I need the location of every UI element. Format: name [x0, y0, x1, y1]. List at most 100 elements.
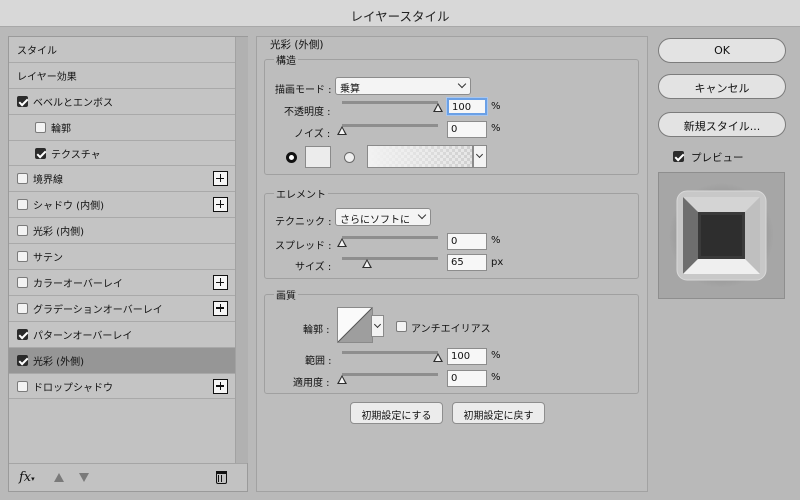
jitter-label: 適用度 :: [293, 378, 330, 389]
style-enable-checkbox[interactable]: [17, 95, 28, 107]
jitter-input[interactable]: 0: [447, 370, 487, 387]
style-list-item[interactable]: レイヤー効果: [9, 62, 235, 89]
add-effect-icon[interactable]: [213, 275, 228, 291]
chevron-down-icon: [417, 210, 427, 220]
make-default-button[interactable]: 初期設定にする: [350, 402, 443, 424]
style-list-item-label: サテン: [33, 253, 63, 265]
chevron-down-icon: [475, 150, 484, 159]
style-enable-checkbox[interactable]: [17, 380, 28, 392]
opacity-input[interactable]: 100: [447, 98, 487, 115]
opacity-slider-thumb[interactable]: [433, 103, 443, 112]
noise-label: ノイズ :: [294, 129, 331, 140]
style-list-item-label: パターンオーバーレイ: [33, 330, 133, 342]
gradient-picker-button[interactable]: [473, 145, 487, 168]
style-list-item-label: カラーオーバーレイ: [33, 278, 123, 290]
add-effect-icon[interactable]: [213, 171, 228, 187]
bevel-preview-image: [669, 183, 774, 288]
range-slider-thumb[interactable]: [433, 353, 443, 362]
size-input[interactable]: 65: [447, 254, 487, 271]
spread-unit: %: [491, 235, 501, 246]
title-bar: レイヤースタイル: [0, 0, 800, 27]
technique-value: さらにソフトに: [340, 215, 410, 226]
blend-mode-label: 描画モード :: [275, 85, 332, 96]
effect-settings-panel: 光彩 (外側) 構造 描画モード : 乗算 不透明度 : 100 % ノイズ :…: [256, 36, 648, 492]
style-enable-checkbox[interactable]: [17, 199, 28, 211]
style-list-item[interactable]: サテン: [9, 244, 235, 271]
blend-mode-select[interactable]: 乗算: [335, 77, 471, 95]
style-list-item[interactable]: グラデーションオーバーレイ: [9, 295, 235, 322]
style-enable-checkbox[interactable]: [35, 121, 46, 133]
reset-default-button[interactable]: 初期設定に戻す: [452, 402, 545, 424]
style-list-item[interactable]: 境界線: [9, 166, 235, 193]
range-input[interactable]: 100: [447, 348, 487, 365]
style-list-item[interactable]: ドロップシャドウ: [9, 373, 235, 400]
solid-color-radio[interactable]: [286, 152, 297, 163]
spread-input[interactable]: 0: [447, 233, 487, 250]
opacity-slider[interactable]: [342, 98, 443, 114]
style-preview-thumbnail: [658, 172, 785, 299]
style-list-item-label: 光彩 (外側): [33, 356, 84, 368]
jitter-unit: %: [491, 372, 501, 383]
style-list-items: スタイル レイヤー効果 ベベルとエンボス 輪郭テクスチャ境界線 シャドウ (内側) 光彩 …: [9, 37, 235, 400]
new-style-button[interactable]: 新規スタイル...: [658, 112, 786, 137]
style-enable-checkbox[interactable]: [17, 173, 28, 185]
style-list-item[interactable]: 光彩 (内側): [9, 218, 235, 245]
style-list-item-label: グラデーションオーバーレイ: [33, 304, 163, 316]
ok-button[interactable]: OK: [658, 38, 786, 63]
style-list-item[interactable]: カラーオーバーレイ: [9, 270, 235, 296]
range-slider[interactable]: [342, 348, 443, 364]
jitter-slider[interactable]: [337, 370, 438, 386]
window-title: レイヤースタイル: [350, 9, 450, 24]
contour-dropdown-button[interactable]: [371, 315, 384, 337]
gradient-radio[interactable]: [344, 152, 355, 163]
anti-alias-checkbox[interactable]: [396, 321, 407, 332]
structure-title: 構造: [274, 52, 298, 67]
quality-title: 画質: [274, 287, 298, 302]
noise-slider-thumb[interactable]: [337, 126, 347, 135]
chevron-down-icon: [373, 320, 382, 329]
style-list-item[interactable]: シャドウ (内側): [9, 192, 235, 219]
preview-checkbox[interactable]: [673, 151, 684, 162]
glow-color-swatch[interactable]: [305, 146, 331, 168]
style-list-item[interactable]: パターンオーバーレイ: [9, 321, 235, 348]
move-up-icon[interactable]: [54, 473, 64, 482]
opacity-unit: %: [491, 101, 501, 112]
anti-alias-label: アンチエイリアス: [411, 324, 491, 335]
style-list-scrollbar[interactable]: [235, 37, 248, 463]
style-list-item-label: ドロップシャドウ: [33, 382, 113, 394]
style-list-item[interactable]: 光彩 (外側): [9, 347, 235, 374]
spread-slider[interactable]: [337, 233, 438, 249]
move-down-icon[interactable]: [79, 473, 89, 482]
style-enable-checkbox[interactable]: [17, 225, 28, 237]
add-effect-icon[interactable]: [213, 378, 228, 394]
noise-slider[interactable]: [337, 121, 438, 137]
cancel-button[interactable]: キャンセル: [658, 74, 786, 99]
style-list-item[interactable]: 輪郭: [9, 114, 235, 141]
size-slider[interactable]: [342, 254, 438, 270]
technique-select[interactable]: さらにソフトに: [335, 208, 431, 226]
style-enable-checkbox[interactable]: [17, 276, 28, 288]
trash-icon[interactable]: [216, 471, 227, 484]
style-list-toolbar: fx▾: [9, 463, 247, 491]
style-list-item[interactable]: ベベルとエンボス: [9, 88, 235, 115]
style-enable-checkbox[interactable]: [17, 302, 28, 314]
style-enable-checkbox[interactable]: [35, 147, 46, 159]
contour-curve-icon: [338, 308, 372, 342]
style-list-item-label: テクスチャ: [51, 149, 101, 161]
style-list-item[interactable]: テクスチャ: [9, 140, 235, 167]
contour-picker[interactable]: [337, 307, 373, 343]
style-list-item-label: 光彩 (内側): [33, 227, 84, 239]
style-enable-checkbox[interactable]: [17, 354, 28, 366]
add-effect-icon[interactable]: [213, 300, 228, 316]
style-list-item[interactable]: スタイル: [9, 37, 235, 63]
style-enable-checkbox[interactable]: [17, 251, 28, 263]
noise-input[interactable]: 0: [447, 121, 487, 138]
style-enable-checkbox[interactable]: [17, 328, 28, 340]
fx-icon[interactable]: fx▾: [19, 470, 35, 485]
jitter-slider-thumb[interactable]: [337, 375, 347, 384]
size-label: サイズ :: [295, 262, 332, 273]
spread-slider-thumb[interactable]: [337, 238, 347, 247]
size-slider-thumb[interactable]: [361, 259, 372, 268]
gradient-preview[interactable]: [367, 145, 473, 168]
add-effect-icon[interactable]: [213, 197, 228, 213]
